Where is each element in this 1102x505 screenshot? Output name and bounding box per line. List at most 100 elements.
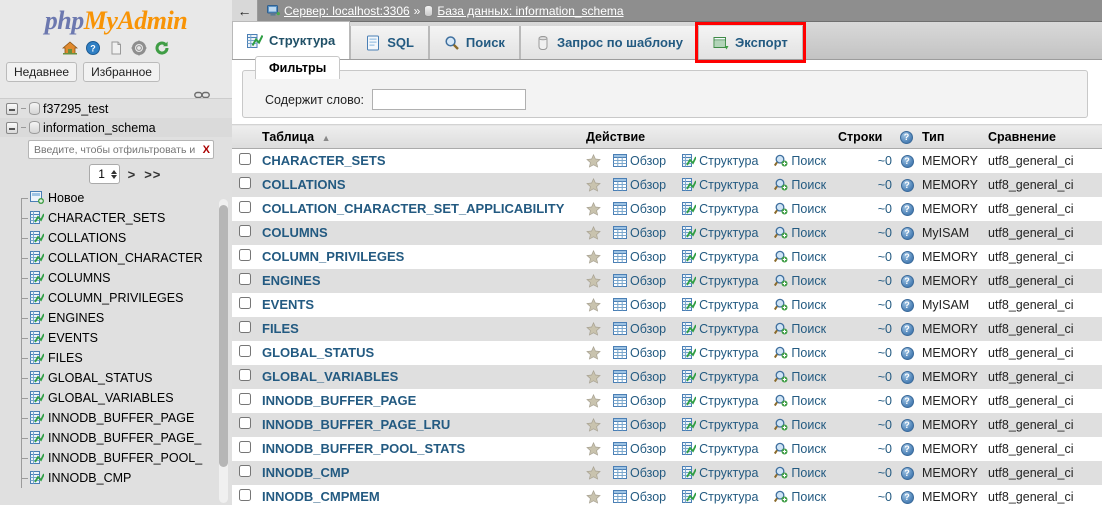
column-header-rows[interactable]: Строки bbox=[834, 125, 896, 149]
row-checkbox[interactable] bbox=[239, 441, 251, 453]
last-page-link[interactable]: >> bbox=[144, 167, 161, 182]
table-name-link[interactable]: INNODB_CMPMEM bbox=[262, 489, 380, 504]
row-checkbox-cell[interactable] bbox=[232, 485, 258, 505]
row-checkbox-cell[interactable] bbox=[232, 197, 258, 221]
table-name-cell[interactable]: GLOBAL_STATUS bbox=[258, 341, 582, 365]
table-name-cell[interactable]: ENGINES bbox=[258, 269, 582, 293]
browse-action[interactable]: Обзор bbox=[613, 154, 666, 168]
browse-action[interactable]: Обзор bbox=[613, 250, 666, 264]
structure-action[interactable]: Структура bbox=[682, 274, 758, 288]
table-name-link[interactable]: FILES bbox=[262, 321, 299, 336]
browse-action[interactable]: Обзор bbox=[613, 298, 666, 312]
row-checkbox[interactable] bbox=[239, 369, 251, 381]
table-name-link[interactable]: COLUMNS bbox=[262, 225, 328, 240]
table-name-link[interactable]: EVENTS bbox=[262, 297, 314, 312]
search-action[interactable]: Поиск bbox=[774, 322, 826, 336]
table-name-cell[interactable]: INNODB_BUFFER_PAGE bbox=[258, 389, 582, 413]
table-name-cell[interactable]: INNODB_CMP bbox=[258, 461, 582, 485]
sidebar-table-item[interactable]: INNODB_BUFFER_POOL_ bbox=[0, 448, 232, 468]
table-name-cell[interactable]: FILES bbox=[258, 317, 582, 341]
browse-action[interactable]: Обзор bbox=[613, 226, 666, 240]
browse-action[interactable]: Обзор bbox=[613, 490, 666, 504]
favorite-star-icon[interactable] bbox=[586, 154, 601, 168]
table-name-link[interactable]: INNODB_CMP bbox=[262, 465, 349, 480]
help-icon[interactable]: ? bbox=[901, 443, 914, 456]
search-action[interactable]: Поиск bbox=[774, 202, 826, 216]
table-row[interactable]: FILESОбзорСтруктураПоиск~0?MEMORYutf8_ge… bbox=[232, 317, 1102, 341]
sidebar-scrollbar-thumb[interactable] bbox=[219, 205, 228, 467]
help-icon[interactable]: ? bbox=[901, 347, 914, 360]
search-action[interactable]: Поиск bbox=[774, 490, 826, 504]
structure-action[interactable]: Структура bbox=[682, 322, 758, 336]
help-icon[interactable]: ? bbox=[900, 131, 913, 144]
sidebar-table-item[interactable]: CHARACTER_SETS bbox=[0, 208, 232, 228]
sidebar-table-item[interactable]: COLLATION_CHARACTER bbox=[0, 248, 232, 268]
browse-action[interactable]: Обзор bbox=[613, 274, 666, 288]
table-name-link[interactable]: COLLATIONS bbox=[262, 177, 346, 192]
row-checkbox[interactable] bbox=[239, 249, 251, 261]
table-row[interactable]: CHARACTER_SETSОбзорСтруктураПоиск~0?MEMO… bbox=[232, 149, 1102, 173]
search-action[interactable]: Поиск bbox=[774, 154, 826, 168]
structure-action[interactable]: Структура bbox=[682, 298, 758, 312]
table-name-cell[interactable]: COLUMN_PRIVILEGES bbox=[258, 245, 582, 269]
row-checkbox[interactable] bbox=[239, 225, 251, 237]
row-checkbox-cell[interactable] bbox=[232, 461, 258, 485]
row-checkbox[interactable] bbox=[239, 273, 251, 285]
help-icon[interactable]: ? bbox=[901, 155, 914, 168]
browse-action[interactable]: Обзор bbox=[613, 442, 666, 456]
column-header-table[interactable]: Таблица ▲ bbox=[258, 125, 582, 149]
row-checkbox-cell[interactable] bbox=[232, 173, 258, 197]
help-icon[interactable]: ? bbox=[901, 371, 914, 384]
table-name-cell[interactable]: INNODB_CMPMEM bbox=[258, 485, 582, 505]
row-checkbox-cell[interactable] bbox=[232, 437, 258, 461]
structure-action[interactable]: Структура bbox=[682, 418, 758, 432]
sidebar-table-item[interactable]: FILES bbox=[0, 348, 232, 368]
search-action[interactable]: Поиск bbox=[774, 250, 826, 264]
structure-action[interactable]: Структура bbox=[682, 370, 758, 384]
back-button[interactable]: ← bbox=[232, 0, 258, 22]
sidebar-table-item[interactable]: INNODB_BUFFER_PAGE_ bbox=[0, 428, 232, 448]
row-checkbox-cell[interactable] bbox=[232, 413, 258, 437]
next-page-link[interactable]: > bbox=[128, 167, 137, 182]
tab-структура[interactable]: Структура bbox=[232, 21, 350, 59]
browse-action[interactable]: Обзор bbox=[613, 178, 666, 192]
sidebar-table-item[interactable]: INNODB_BUFFER_PAGE bbox=[0, 408, 232, 428]
row-checkbox-cell[interactable] bbox=[232, 149, 258, 173]
table-name-link[interactable]: INNODB_BUFFER_PAGE bbox=[262, 393, 416, 408]
table-name-link[interactable]: COLLATION_CHARACTER_SET_APPLICABILITY bbox=[262, 201, 564, 216]
row-checkbox[interactable] bbox=[239, 297, 251, 309]
table-name-cell[interactable]: EVENTS bbox=[258, 293, 582, 317]
table-name-cell[interactable]: INNODB_BUFFER_POOL_STATS bbox=[258, 437, 582, 461]
table-row[interactable]: INNODB_CMPMEMОбзорСтруктураПоиск~0?MEMOR… bbox=[232, 485, 1102, 505]
help-icon[interactable]: ? bbox=[901, 203, 914, 216]
structure-action[interactable]: Структура bbox=[682, 346, 758, 360]
table-name-cell[interactable]: COLLATIONS bbox=[258, 173, 582, 197]
sidebar-table-item[interactable]: ENGINES bbox=[0, 308, 232, 328]
browse-action[interactable]: Обзор bbox=[613, 202, 666, 216]
favorite-star-icon[interactable] bbox=[586, 394, 601, 408]
table-row[interactable]: INNODB_BUFFER_POOL_STATSОбзорСтруктураПо… bbox=[232, 437, 1102, 461]
structure-action[interactable]: Структура bbox=[682, 250, 758, 264]
favorites-button[interactable]: Избранное bbox=[83, 62, 160, 82]
row-checkbox[interactable] bbox=[239, 321, 251, 333]
favorite-star-icon[interactable] bbox=[586, 250, 601, 264]
search-action[interactable]: Поиск bbox=[774, 442, 826, 456]
tab-поиск[interactable]: Поиск bbox=[429, 26, 520, 59]
table-name-link[interactable]: GLOBAL_STATUS bbox=[262, 345, 374, 360]
help-icon[interactable]: ? bbox=[901, 179, 914, 192]
row-checkbox[interactable] bbox=[239, 345, 251, 357]
table-name-link[interactable]: COLUMN_PRIVILEGES bbox=[262, 249, 404, 264]
structure-action[interactable]: Структура bbox=[682, 178, 758, 192]
help-icon[interactable]: ? bbox=[901, 467, 914, 480]
sidebar-scrollbar[interactable] bbox=[219, 199, 228, 503]
row-checkbox-cell[interactable] bbox=[232, 221, 258, 245]
table-row[interactable]: COLLATIONSОбзорСтруктураПоиск~0?MEMORYut… bbox=[232, 173, 1102, 197]
favorite-star-icon[interactable] bbox=[586, 178, 601, 192]
sidebar-table-item[interactable]: COLUMNS bbox=[0, 268, 232, 288]
table-row[interactable]: INNODB_BUFFER_PAGE_LRUОбзорСтруктураПоис… bbox=[232, 413, 1102, 437]
tab-sql[interactable]: SQL bbox=[350, 26, 429, 59]
search-action[interactable]: Поиск bbox=[774, 346, 826, 360]
browse-action[interactable]: Обзор bbox=[613, 394, 666, 408]
structure-action[interactable]: Структура bbox=[682, 490, 758, 504]
structure-action[interactable]: Структура bbox=[682, 226, 758, 240]
